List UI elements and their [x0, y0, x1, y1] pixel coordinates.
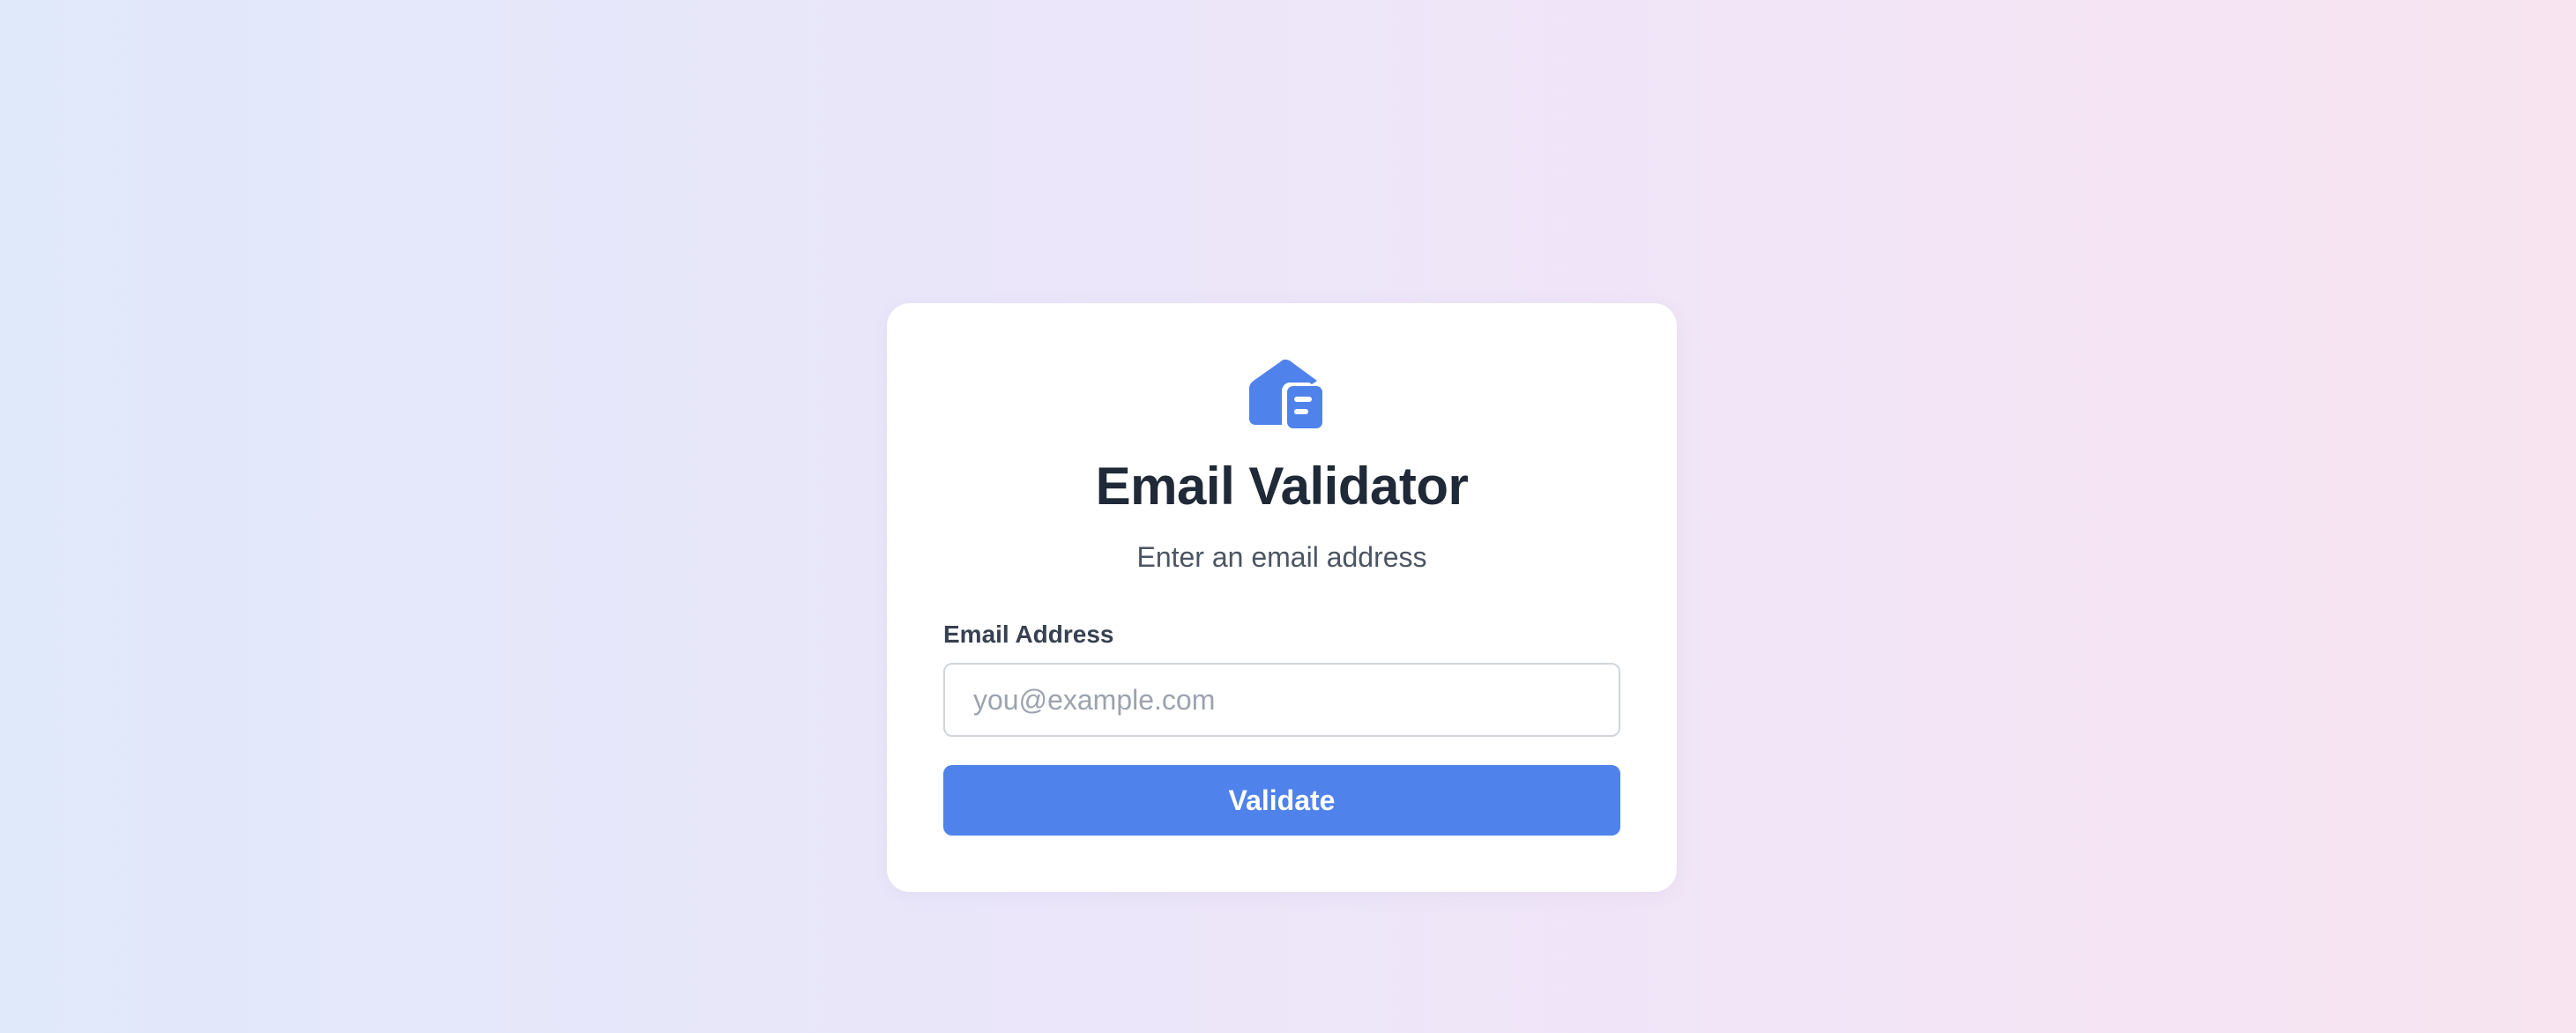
page-title: Email Validator [1095, 457, 1469, 516]
email-field[interactable] [943, 663, 1620, 737]
email-field-label: Email Address [943, 621, 1114, 648]
page-background: { "app": { "logo_icon": "email-validator… [0, 0, 2576, 1033]
validator-card: Email Validator Enter an email address E… [887, 303, 1677, 892]
validate-button[interactable]: Validate [943, 765, 1620, 836]
page-subtitle: Enter an email address [1136, 541, 1427, 573]
email-validator-logo-icon [1249, 360, 1322, 428]
